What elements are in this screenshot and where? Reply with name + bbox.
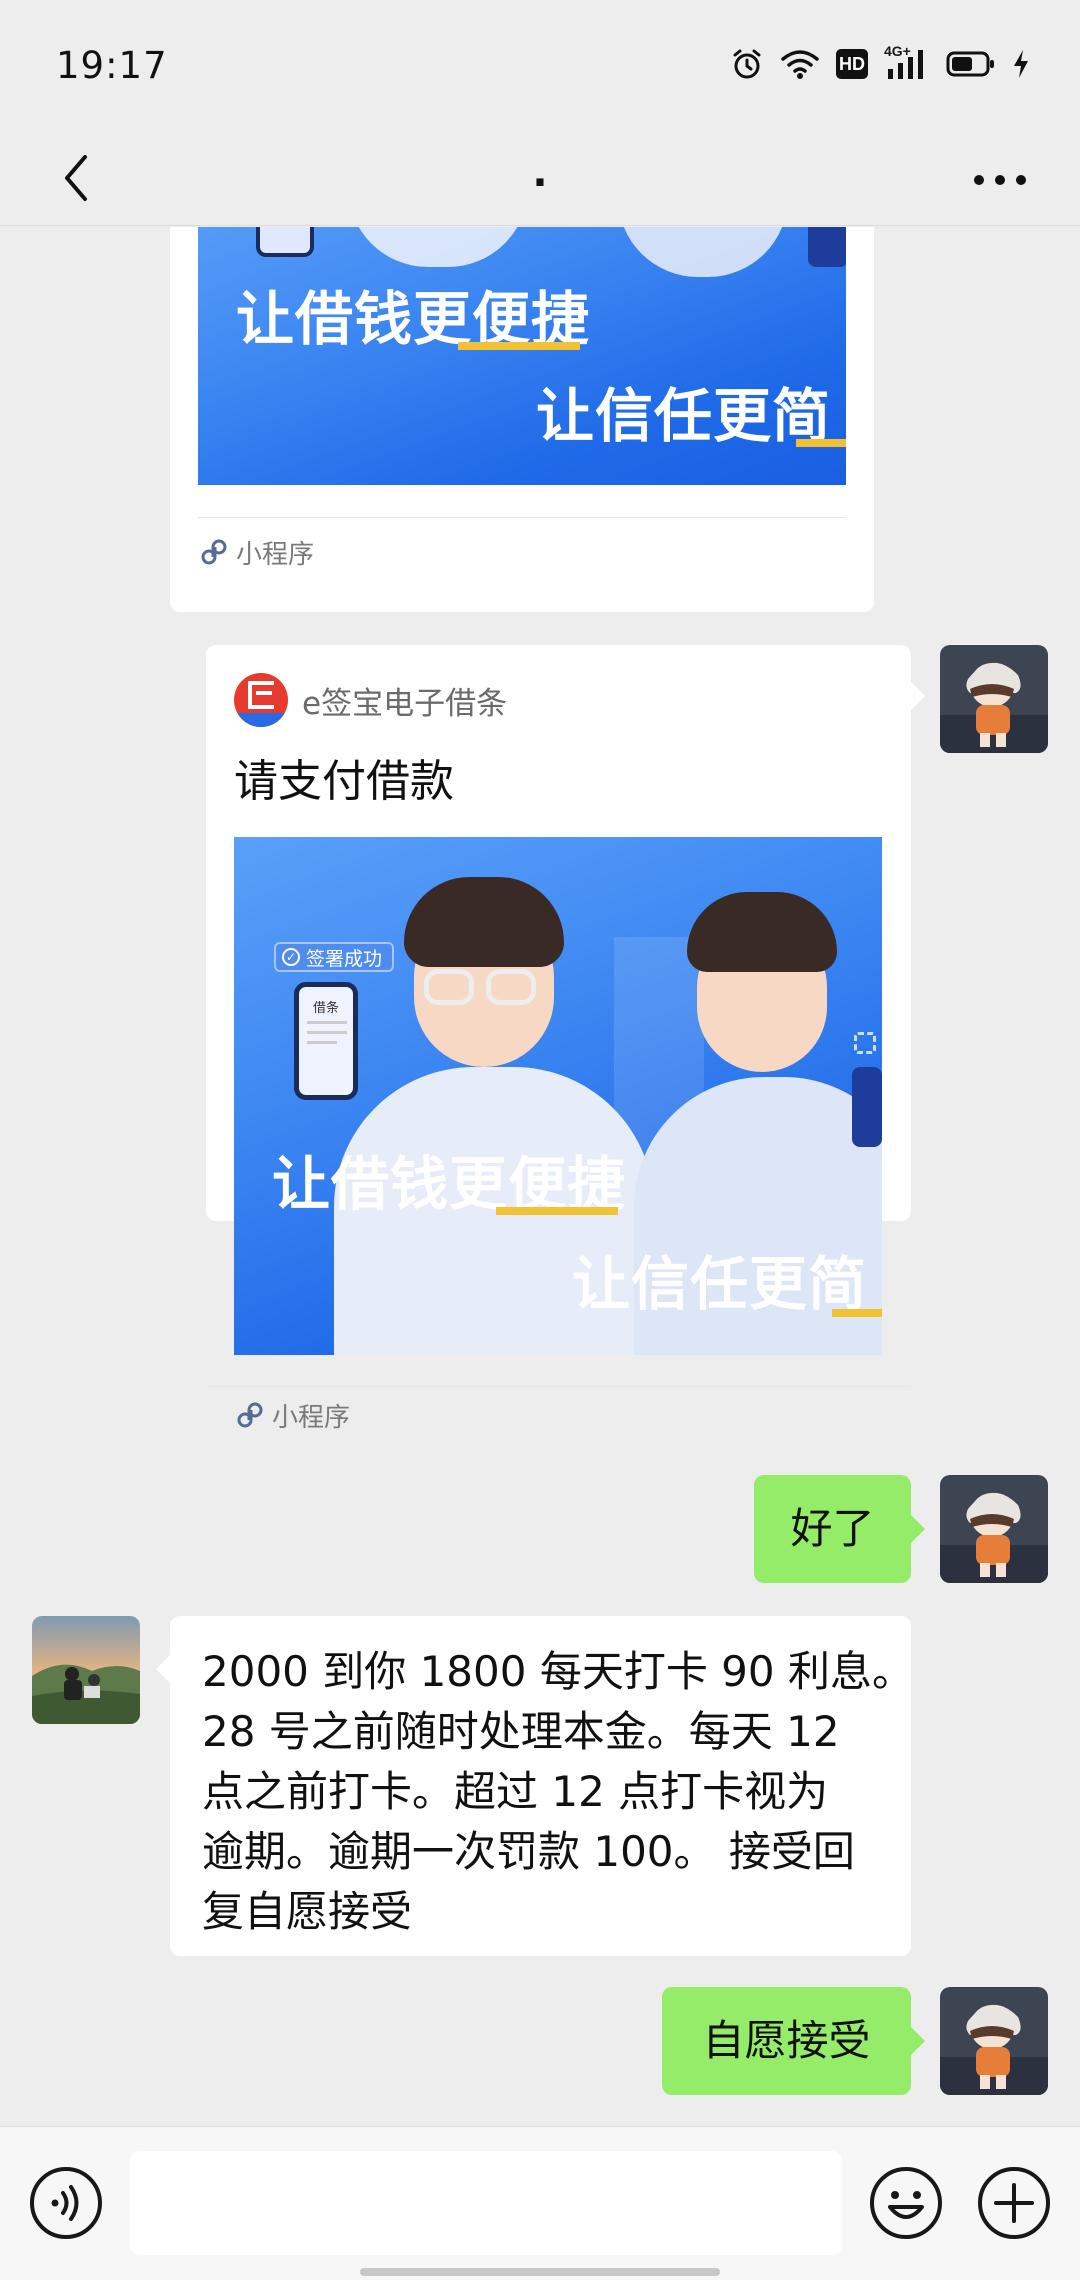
mini-program-label: 小程序 bbox=[236, 539, 315, 570]
plus-button[interactable] bbox=[976, 2165, 1052, 2241]
nav-bar: . bbox=[0, 130, 1080, 226]
mini-program-app-name: e签宝电子借条 bbox=[302, 685, 508, 722]
banner-phone bbox=[852, 1067, 882, 1147]
message-input[interactable] bbox=[130, 2151, 842, 2255]
emoji-button[interactable] bbox=[868, 2165, 944, 2241]
card-header: e签宝电子借条 bbox=[234, 673, 507, 727]
banner-underline bbox=[496, 1207, 618, 1215]
mini-program-footer: 小程序 bbox=[200, 531, 314, 573]
voice-icon bbox=[30, 2167, 102, 2239]
input-bar bbox=[0, 2126, 1080, 2280]
self-avatar[interactable] bbox=[940, 645, 1048, 753]
banner-badge: ✓ 签署成功 bbox=[274, 942, 395, 972]
mini-program-card[interactable]: 让借钱更便捷 让信任更简 小程序 bbox=[170, 227, 874, 612]
mini-program-icon bbox=[201, 539, 227, 565]
message-line: 2000 到你 1800 每天打卡 90 利息。 bbox=[202, 1647, 914, 1696]
bubble-tail bbox=[911, 2027, 925, 2055]
banner-underline bbox=[832, 1309, 882, 1317]
message-line: 复自愿接受 bbox=[202, 1887, 413, 1936]
banner-figure bbox=[618, 227, 788, 277]
voice-button[interactable] bbox=[28, 2165, 104, 2241]
message-bubble-self[interactable]: 好了 bbox=[754, 1475, 911, 1583]
banner-underline bbox=[458, 342, 580, 350]
bubble-tail bbox=[156, 1655, 170, 1683]
mini-program-footer: 小程序 bbox=[236, 1394, 350, 1436]
chat-title: . bbox=[532, 150, 548, 196]
more-button[interactable] bbox=[960, 150, 1040, 210]
mini-program-icon bbox=[237, 1402, 263, 1428]
banner-phone bbox=[808, 227, 846, 267]
status-time: 19:17 bbox=[56, 44, 168, 87]
esign-logo-icon bbox=[234, 673, 288, 727]
banner-phone: 借条 bbox=[294, 982, 358, 1100]
self-avatar[interactable] bbox=[940, 1475, 1048, 1583]
message-bubble-other[interactable]: 2000 到你 1800 每天打卡 90 利息。 28 号之前随时处理本金。每天… bbox=[170, 1616, 914, 1956]
hd-badge: HD bbox=[836, 49, 868, 79]
chat-message-list[interactable]: 让借钱更便捷 让信任更简 小程序 e签宝电子借条 请支付借款 借条 ✓ 签署成功… bbox=[0, 227, 1080, 2125]
status-bar: 19:17 HD 4G+ bbox=[0, 0, 1080, 130]
bubble-tail bbox=[911, 1515, 925, 1543]
banner-phone-label: 借条 bbox=[312, 1001, 339, 1016]
mini-program-card[interactable]: e签宝电子借条 请支付借款 借条 ✓ 签署成功 让借钱更便捷 让信任更简 bbox=[206, 645, 911, 1355]
message-bubble-self[interactable]: 自愿接受 bbox=[662, 1987, 911, 2095]
message-line: 28 号之前随时处理本金。每天 12 bbox=[202, 1707, 840, 1756]
emoji-icon bbox=[870, 2167, 942, 2239]
plus-icon bbox=[978, 2167, 1050, 2239]
card-title: 请支付借款 bbox=[234, 756, 454, 807]
alarm-icon bbox=[730, 47, 764, 81]
banner-phone bbox=[256, 227, 314, 257]
status-icons: HD 4G+ bbox=[730, 43, 1030, 84]
message-line: 逾期。逾期一次罚款 100。 接受回 bbox=[202, 1827, 855, 1876]
network-label: 4G+ bbox=[884, 43, 911, 59]
battery-icon bbox=[946, 50, 996, 78]
message-text: 自愿接受 bbox=[702, 2016, 871, 2065]
mini-program-label: 小程序 bbox=[272, 1402, 351, 1433]
charging-icon bbox=[1012, 49, 1030, 79]
contact-avatar[interactable] bbox=[32, 1616, 140, 1724]
card-banner-image: 借条 ✓ 签署成功 让借钱更便捷 让信任更简 bbox=[234, 837, 882, 1355]
card-divider bbox=[206, 1386, 911, 1387]
banner-underline bbox=[796, 439, 846, 447]
check-circle-icon: ✓ bbox=[282, 948, 300, 966]
card-divider bbox=[198, 517, 846, 518]
banner-figure bbox=[348, 227, 528, 267]
scan-icon bbox=[854, 1032, 876, 1054]
banner-figure bbox=[679, 892, 849, 1072]
wifi-icon bbox=[780, 48, 820, 80]
message-text: 好了 bbox=[790, 1504, 875, 1553]
self-avatar[interactable] bbox=[940, 1987, 1048, 2095]
banner-slogan-2: 让信任更简 bbox=[572, 1250, 868, 1318]
banner-badge-label: 签署成功 bbox=[306, 947, 383, 970]
message-line: 点之前打卡。超过 12 点打卡视为 bbox=[202, 1767, 829, 1816]
card-banner-image: 让借钱更便捷 让信任更简 bbox=[198, 227, 846, 485]
4g-signal-icon: 4G+ bbox=[884, 43, 930, 81]
more-dots-icon bbox=[974, 175, 1026, 185]
banner-figure bbox=[394, 877, 584, 1077]
banner-slogan-2: 让信任更简 bbox=[536, 382, 832, 450]
home-indicator[interactable] bbox=[360, 2268, 720, 2276]
bubble-tail bbox=[911, 682, 925, 710]
